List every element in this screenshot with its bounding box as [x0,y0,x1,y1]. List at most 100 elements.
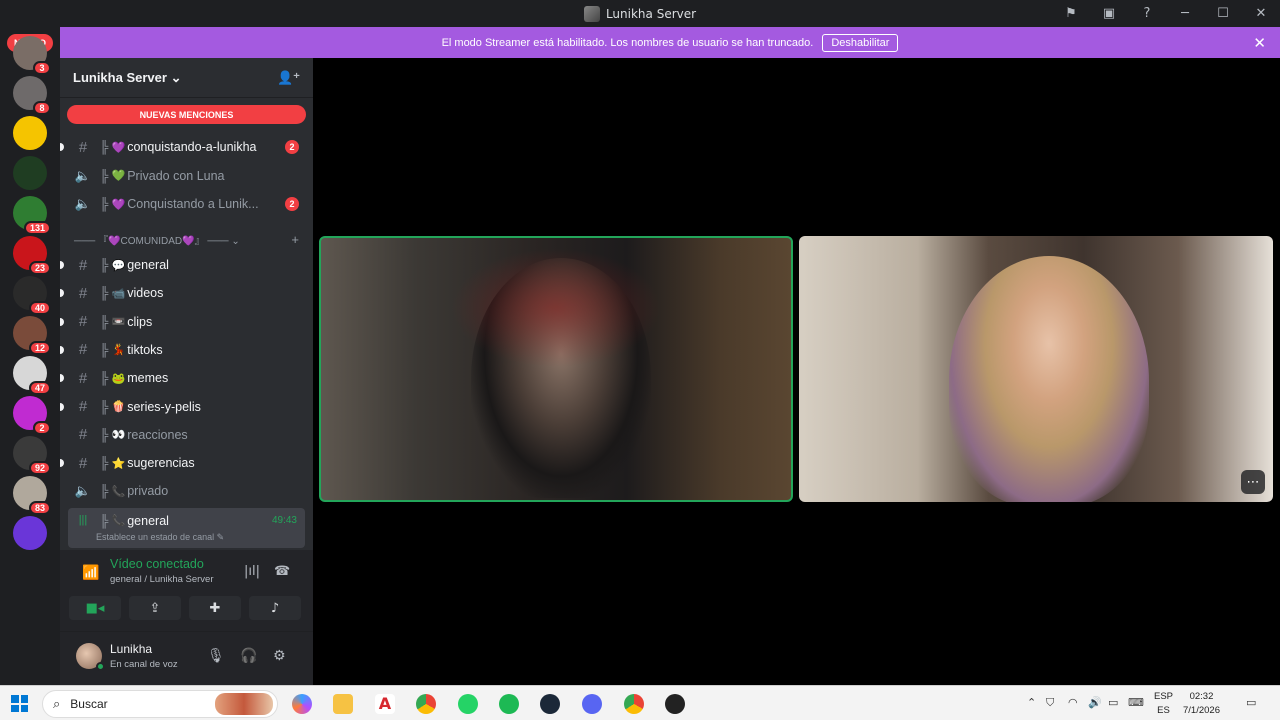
mention-badge: 2 [285,197,299,211]
channel-reacciones[interactable]: # ╠ 👀 reacciones [68,422,305,448]
call-timer: 49:43 [271,515,297,526]
server-icon-2[interactable] [13,116,47,150]
channel-conquistando-a-lunikha[interactable]: # ╠ 💜 conquistando-a-lunikha 2 [60,134,305,160]
language-indicator[interactable]: ESP ES [1154,690,1173,718]
video-tile[interactable]: ⋯ [799,236,1273,502]
search-placeholder: Buscar [70,697,108,711]
channel-status[interactable]: Establece un estado de canal ✎ [96,532,224,543]
channel-videos[interactable]: # ╠ 📹 videos [60,280,305,306]
server-icon-8[interactable]: 47 [13,356,51,395]
channel-name: Conquistando a Lunik... [127,197,259,211]
channel-emoji: 📹 [111,287,126,300]
username[interactable]: Lunikha [110,642,152,656]
more-options-icon[interactable]: ⋯ [1241,470,1265,494]
hash-icon: # [78,426,88,444]
network-icon[interactable]: ▭ [1108,696,1118,709]
game-icon[interactable] [665,694,685,714]
channel-name: conquistando-a-lunikha [127,140,257,154]
notifications-icon[interactable]: ▭ [1246,696,1256,709]
gear-icon[interactable]: ⚙ [273,648,286,664]
disable-button[interactable]: Deshabilitar [822,33,899,52]
server-icon-1[interactable]: 8 [13,76,51,115]
unread-indicator [60,374,64,383]
channel-privado-con-luna[interactable]: 🔈 ╠ 💚 Privado con Luna [68,163,305,189]
shield-icon[interactable]: ⛉ [1046,696,1054,710]
server-icon-5[interactable]: 23 [13,236,51,275]
channel-memes[interactable]: # ╠ 🐸 memes [60,365,305,391]
chevron-down-icon: ⌄ [231,236,240,247]
channel-name: series-y-pelis [127,399,201,414]
volume-icon[interactable]: 🔊 [1088,696,1102,709]
active-voice-channel[interactable]: ||| ╠ 📞 general 49:43 Establece un estad… [68,508,305,548]
start-button[interactable] [11,695,28,712]
acrobat-icon[interactable]: A [375,694,395,714]
close-icon[interactable]: ✕ [1253,34,1266,52]
chevron-up-icon[interactable]: ⌃ [1027,696,1036,709]
channel-clips[interactable]: # ╠ 📼 clips [60,309,305,335]
discord-icon[interactable] [582,694,602,714]
channel-emoji: 💬 [111,259,126,272]
camera-button[interactable]: ■◂ [69,596,121,620]
flag-icon[interactable]: ⚑ [1052,0,1090,27]
close-button[interactable]: ✕ [1242,0,1280,27]
copilot-icon[interactable] [292,694,312,714]
mention-badge: 12 [28,341,51,355]
voice-status-title[interactable]: Vídeo conectado [110,557,204,571]
chrome-profile-icon[interactable] [624,694,644,714]
add-member-icon[interactable]: 👤⁺ [277,70,300,86]
channel-series-y-pelis[interactable]: # ╠ 🍿 series-y-pelis [60,394,305,420]
microphone-icon[interactable]: 🎙 [207,648,225,664]
channel-name: tiktoks [127,342,163,357]
server-icon-12[interactable] [13,516,47,550]
keyboard-icon[interactable]: ⌨ [1128,696,1144,709]
window-title-text: Lunikha Server [605,6,697,21]
minimize-button[interactable]: ─ [1166,0,1204,27]
server-icon-6[interactable]: 40 [13,276,51,315]
whatsapp-icon[interactable] [458,694,478,714]
category-comunidad[interactable]: ─── 『💜COMUNIDAD💜』 ─── ⌄ + [74,232,299,247]
search-box[interactable]: ⌕ Buscar [42,690,278,718]
server-icon-11[interactable]: 83 [13,476,51,515]
wifi-icon[interactable]: ◠ [1068,696,1078,709]
search-icon: ⌕ [53,696,61,711]
server-icon-7[interactable]: 12 [13,316,51,355]
mention-badge: 92 [28,461,51,475]
channel-conquistando-a-lunik-[interactable]: 🔈 ╠ 💜 Conquistando a Lunik... 2 [68,191,305,217]
help-icon[interactable]: ? [1128,0,1166,27]
server-header[interactable]: Lunikha Server ⌄ 👤⁺ [60,58,313,98]
voice-activity-icon: ||| [78,514,88,526]
activities-button[interactable]: ✚ [189,596,241,620]
channel-deco: ╠ [100,371,109,386]
server-icon-9[interactable]: 2 [13,396,51,435]
mention-badge: 2 [33,421,51,435]
mention-badge: 23 [28,261,51,275]
speaker-icon: 🔈 [74,167,92,183]
channel-emoji: 📼 [111,316,126,329]
signal-icon[interactable]: 📶 [82,565,99,581]
hash-icon: # [78,454,88,472]
chrome-icon[interactable] [416,694,436,714]
headphones-icon[interactable]: 🎧 [240,648,257,664]
file-explorer-icon[interactable] [333,694,353,714]
server-icon-4[interactable]: 131 [13,196,51,235]
inbox-icon[interactable]: ▣ [1090,0,1128,27]
channel-deco: ╠ [100,427,109,442]
video-tile-speaking[interactable] [319,236,793,502]
screen-share-button[interactable]: ⇪ [129,596,181,620]
channel-tiktoks[interactable]: # ╠ 💃 tiktoks [60,337,305,363]
server-icon-0[interactable]: 3 [13,36,51,75]
noise-suppression-icon[interactable]: |ıl| [244,564,260,579]
clock[interactable]: 02:32 7/1/2026 [1183,690,1220,718]
server-icon-10[interactable]: 92 [13,436,51,475]
soundboard-button[interactable]: ♪ [249,596,301,620]
channel-sugerencias[interactable]: # ╠ ⭐ sugerencias [60,450,305,476]
spotify-icon[interactable] [499,694,519,714]
channel-general[interactable]: # ╠ 💬 general [60,252,305,278]
steam-icon[interactable] [540,694,560,714]
add-channel-icon[interactable]: + [291,232,299,247]
disconnect-icon[interactable]: ☎ [274,564,290,579]
channel-privado[interactable]: 🔈 ╠ 📞 privado [68,478,305,504]
server-icon-3[interactable] [13,156,47,190]
new-mentions-banner[interactable]: NUEVAS MENCIONES [67,105,306,124]
maximize-button[interactable]: ☐ [1204,0,1242,27]
